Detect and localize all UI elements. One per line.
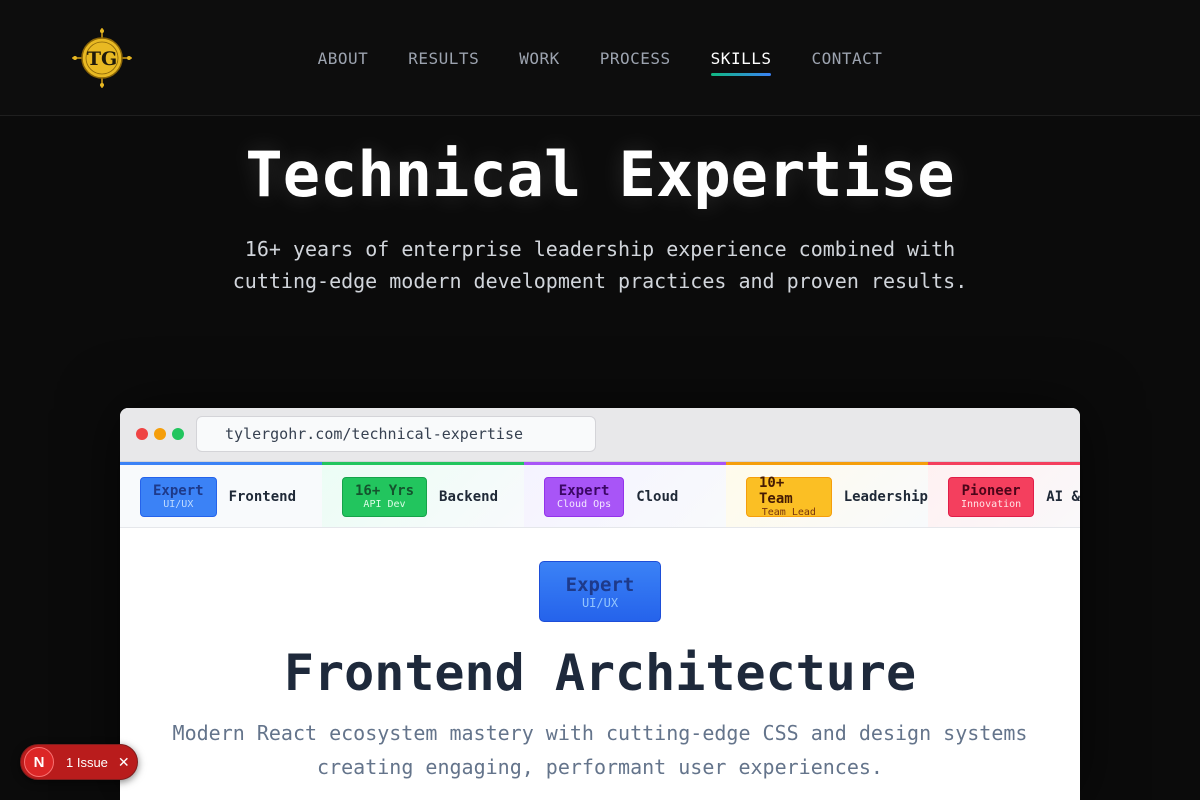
nav-results[interactable]: RESULTS (408, 43, 479, 74)
tab-label: AI & (1046, 488, 1080, 505)
nav-about[interactable]: ABOUT (318, 43, 369, 74)
nav-contact[interactable]: CONTACT (811, 43, 882, 74)
nav-skills[interactable]: SKILLS (710, 43, 772, 76)
tab-badge: Expert UI/UX (140, 476, 217, 517)
tab-label: Backend (439, 488, 499, 505)
close-window-icon (136, 428, 148, 440)
nav-work[interactable]: WORK (519, 43, 560, 74)
minimize-window-icon (154, 428, 166, 440)
close-icon[interactable]: ✕ (118, 754, 130, 771)
skill-level-badge: Expert UI/UX (539, 561, 661, 622)
tab-leadership[interactable]: 10+ Team Team Lead Leadership (726, 462, 928, 527)
section-title: Frontend Architecture (283, 644, 917, 702)
maximize-window-icon (172, 428, 184, 440)
skill-tabs: Expert UI/UX Frontend 16+ Yrs API Dev Ba… (120, 462, 1080, 528)
nav-process[interactable]: PROCESS (600, 43, 671, 74)
tab-badge: 10+ Team Team Lead (746, 475, 832, 518)
tab-badge: 16+ Yrs API Dev (342, 476, 428, 517)
nextjs-icon: N (24, 747, 54, 777)
section-description: Modern React ecosystem mastery with cutt… (172, 721, 1028, 779)
tab-label: Cloud (636, 488, 679, 505)
browser-mockup: tylergohr.com/technical-expertise Expert… (120, 408, 1080, 800)
tab-badge: Pioneer Innovation (948, 476, 1035, 517)
tab-backend[interactable]: 16+ Yrs API Dev Backend (322, 462, 524, 527)
main-nav: ABOUT RESULTS WORK PROCESS SKILLS CONTAC… (0, 0, 1200, 116)
page-subtitle: 16+ years of enterprise leadership exper… (232, 237, 968, 293)
page-title: Technical Expertise (245, 138, 955, 211)
url-bar: tylergohr.com/technical-expertise (196, 416, 596, 452)
issue-count: 1 Issue (66, 754, 108, 770)
tab-label: Frontend (228, 488, 297, 505)
tab-label: Leadership (843, 488, 928, 505)
issues-indicator[interactable]: N 1 Issue ✕ (20, 744, 138, 780)
tab-cloud[interactable]: Expert Cloud Ops Cloud (524, 462, 726, 527)
site-header: TG ABOUT RESULTS WORK PROCESS SKILLS CON… (0, 0, 1200, 116)
tab-badge: Expert Cloud Ops (544, 476, 625, 517)
tab-ai[interactable]: Pioneer Innovation AI & (928, 462, 1080, 527)
browser-toolbar: tylergohr.com/technical-expertise (120, 408, 1080, 462)
tab-frontend[interactable]: Expert UI/UX Frontend (120, 462, 322, 527)
